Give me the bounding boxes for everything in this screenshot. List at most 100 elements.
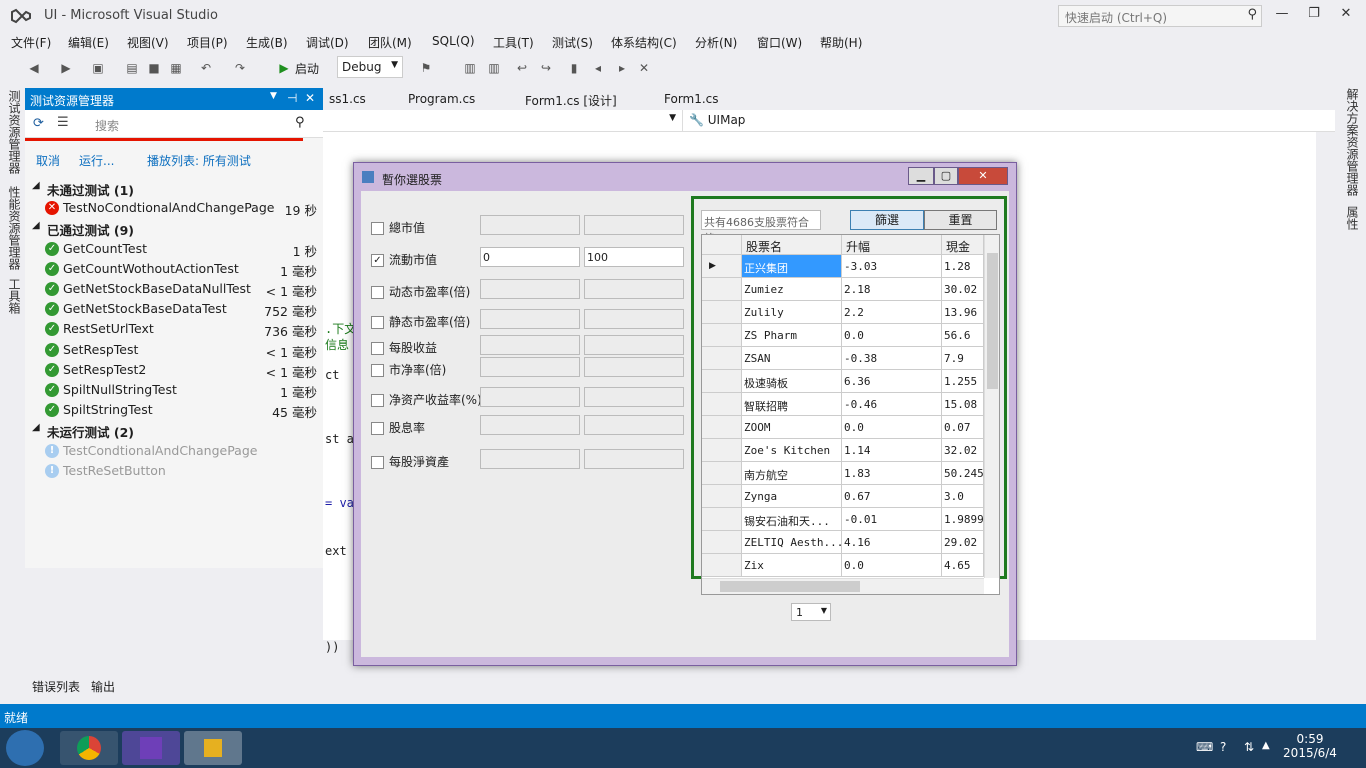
- grid-cell[interactable]: 4.65: [942, 554, 984, 577]
- unchecked-icon[interactable]: [371, 422, 384, 435]
- grid-cell[interactable]: 4.16: [842, 531, 942, 554]
- grid-cell[interactable]: 6.36: [842, 370, 942, 393]
- test-item[interactable]: ✓ SpiltNullStringTest 1 毫秒: [25, 380, 323, 400]
- criteria-checkbox[interactable]: 静态市盈率(倍): [371, 313, 470, 330]
- test-group[interactable]: ◢ 已通过测试 (9): [25, 218, 323, 238]
- winform-app-taskbar-icon[interactable]: [184, 731, 242, 765]
- menu-item[interactable]: 帮助(H): [820, 34, 862, 51]
- test-item[interactable]: ! TestCondtionalAndChangePage: [25, 441, 323, 461]
- column-header-change[interactable]: 升幅: [842, 235, 942, 255]
- test-group[interactable]: ◢ 未通过测试 (1): [25, 178, 323, 198]
- bookmark-next-icon[interactable]: ▸: [614, 60, 630, 76]
- current-row-indicator-icon[interactable]: ▶: [702, 255, 742, 278]
- grid-cell[interactable]: 0.0: [842, 324, 942, 347]
- unchecked-icon[interactable]: [371, 456, 384, 469]
- grid-cell[interactable]: 30.02: [942, 278, 984, 301]
- grid-cell[interactable]: 南方航空: [742, 462, 842, 485]
- panel-menu-icon[interactable]: ▼: [270, 91, 277, 101]
- grid-row[interactable]: 智联招聘 -0.46 15.08: [702, 393, 984, 416]
- criteria-min-input[interactable]: [480, 415, 580, 435]
- grid-cell[interactable]: 1.28: [942, 255, 984, 278]
- menu-item[interactable]: 视图(V): [127, 34, 169, 51]
- grid-cell[interactable]: ZELTIQ Aesth...: [742, 531, 842, 554]
- criteria-max-input[interactable]: [584, 449, 684, 469]
- test-group[interactable]: ◢ 未运行测试 (2): [25, 420, 323, 440]
- menu-item[interactable]: 分析(N): [695, 34, 737, 51]
- grid-row[interactable]: Zynga 0.67 3.0: [702, 485, 984, 508]
- side-tab-test-explorer[interactable]: 测试资源管理器: [6, 90, 23, 174]
- help-icon[interactable]: ?: [1220, 740, 1226, 754]
- criteria-max-input[interactable]: 100: [584, 247, 684, 267]
- form-maximize-button[interactable]: ▢: [934, 167, 958, 185]
- back-icon[interactable]: ◀: [26, 60, 42, 76]
- grid-cell[interactable]: 13.96: [942, 301, 984, 324]
- criteria-checkbox[interactable]: 净资产收益率(%): [371, 391, 482, 408]
- grid-row[interactable]: Zumiez 2.18 30.02: [702, 278, 984, 301]
- run-tests-icon[interactable]: ⟳: [33, 116, 44, 131]
- tab-program[interactable]: Program.cs: [408, 92, 475, 106]
- save-icon[interactable]: ■: [146, 60, 162, 76]
- grid-row[interactable]: ZOOM 0.0 0.07: [702, 416, 984, 439]
- tab-form1[interactable]: Form1.cs: [664, 92, 719, 106]
- grid-row[interactable]: ZELTIQ Aesth... 4.16 29.02: [702, 531, 984, 554]
- criteria-checkbox[interactable]: 每股收益: [371, 339, 437, 356]
- grid-cell[interactable]: Zynga: [742, 485, 842, 508]
- grid-cell[interactable]: 正兴集团: [742, 255, 842, 278]
- test-item[interactable]: ✕ TestNoCondtionalAndChangePage 19 秒: [25, 198, 323, 218]
- criteria-min-input[interactable]: [480, 335, 580, 355]
- row-header[interactable]: [702, 347, 742, 370]
- grid-cell[interactable]: 3.0: [942, 485, 984, 508]
- test-item[interactable]: ✓ SetRespTest2 < 1 毫秒: [25, 360, 323, 380]
- criteria-checkbox[interactable]: ✓ 流動市值: [371, 251, 437, 268]
- redo-icon[interactable]: ↷: [232, 60, 248, 76]
- clock[interactable]: 0:59 2015/6/4: [1280, 732, 1340, 760]
- column-header-price[interactable]: 現金: [942, 235, 984, 255]
- run-link[interactable]: 运行...: [79, 152, 114, 169]
- quick-launch-input[interactable]: 快速启动 (Ctrl+Q) ⚲: [1058, 5, 1262, 27]
- group-by-icon[interactable]: ☰: [57, 115, 69, 130]
- collapse-arrow-icon[interactable]: ◢: [32, 422, 40, 433]
- row-header[interactable]: [702, 462, 742, 485]
- grid-cell[interactable]: Zumiez: [742, 278, 842, 301]
- new-project-icon[interactable]: ▣: [90, 60, 106, 76]
- row-header[interactable]: [702, 324, 742, 347]
- test-item[interactable]: ✓ SetRespTest < 1 毫秒: [25, 340, 323, 360]
- test-item[interactable]: ✓ GetCountWothoutActionTest 1 毫秒: [25, 259, 323, 279]
- row-header[interactable]: [702, 554, 742, 577]
- network-icon[interactable]: ⇅: [1244, 740, 1254, 754]
- grid-vertical-scroll-thumb[interactable]: [987, 253, 998, 389]
- menu-item[interactable]: 调试(D): [306, 34, 349, 51]
- tab-form1-designer[interactable]: Form1.cs [设计]: [525, 92, 617, 109]
- menu-item[interactable]: 团队(M): [368, 34, 412, 51]
- criteria-checkbox[interactable]: 市净率(倍): [371, 361, 446, 378]
- criteria-min-input[interactable]: [480, 357, 580, 377]
- undo-icon[interactable]: ↶: [198, 60, 214, 76]
- bookmark-icon[interactable]: ▮: [566, 60, 582, 76]
- playlist-link[interactable]: 播放列表: 所有测试: [147, 152, 251, 169]
- grid-row[interactable]: 极速骑板 6.36 1.255: [702, 370, 984, 393]
- grid-cell[interactable]: 0.67: [842, 485, 942, 508]
- grid-cell[interactable]: 2.18: [842, 278, 942, 301]
- grid-cell[interactable]: 1.255: [942, 370, 984, 393]
- test-search-input[interactable]: 搜索: [95, 117, 119, 134]
- criteria-min-input[interactable]: [480, 387, 580, 407]
- unchecked-icon[interactable]: [371, 342, 384, 355]
- start-button[interactable]: 启动: [295, 60, 319, 77]
- tab-error-list[interactable]: 错误列表: [32, 678, 80, 695]
- chrome-icon[interactable]: [60, 731, 118, 765]
- configuration-select[interactable]: Debug ▼: [337, 56, 403, 78]
- grid-cell[interactable]: ZS Pharm: [742, 324, 842, 347]
- menu-item[interactable]: 文件(F): [11, 34, 51, 51]
- criteria-min-input[interactable]: [480, 215, 580, 235]
- grid-cell[interactable]: Zoe's Kitchen: [742, 439, 842, 462]
- row-header[interactable]: [702, 508, 742, 531]
- minimize-button[interactable]: —: [1270, 6, 1294, 26]
- grid-cell[interactable]: ZSAN: [742, 347, 842, 370]
- grid-cell[interactable]: Zulily: [742, 301, 842, 324]
- row-header[interactable]: [702, 393, 742, 416]
- bookmark-clear-icon[interactable]: ✕: [636, 60, 652, 76]
- member-dropdown[interactable]: 🔧 UIMap: [689, 113, 745, 127]
- grid-cell[interactable]: 32.02: [942, 439, 984, 462]
- row-header[interactable]: [702, 531, 742, 554]
- test-item[interactable]: ✓ RestSetUrlText 736 毫秒: [25, 319, 323, 339]
